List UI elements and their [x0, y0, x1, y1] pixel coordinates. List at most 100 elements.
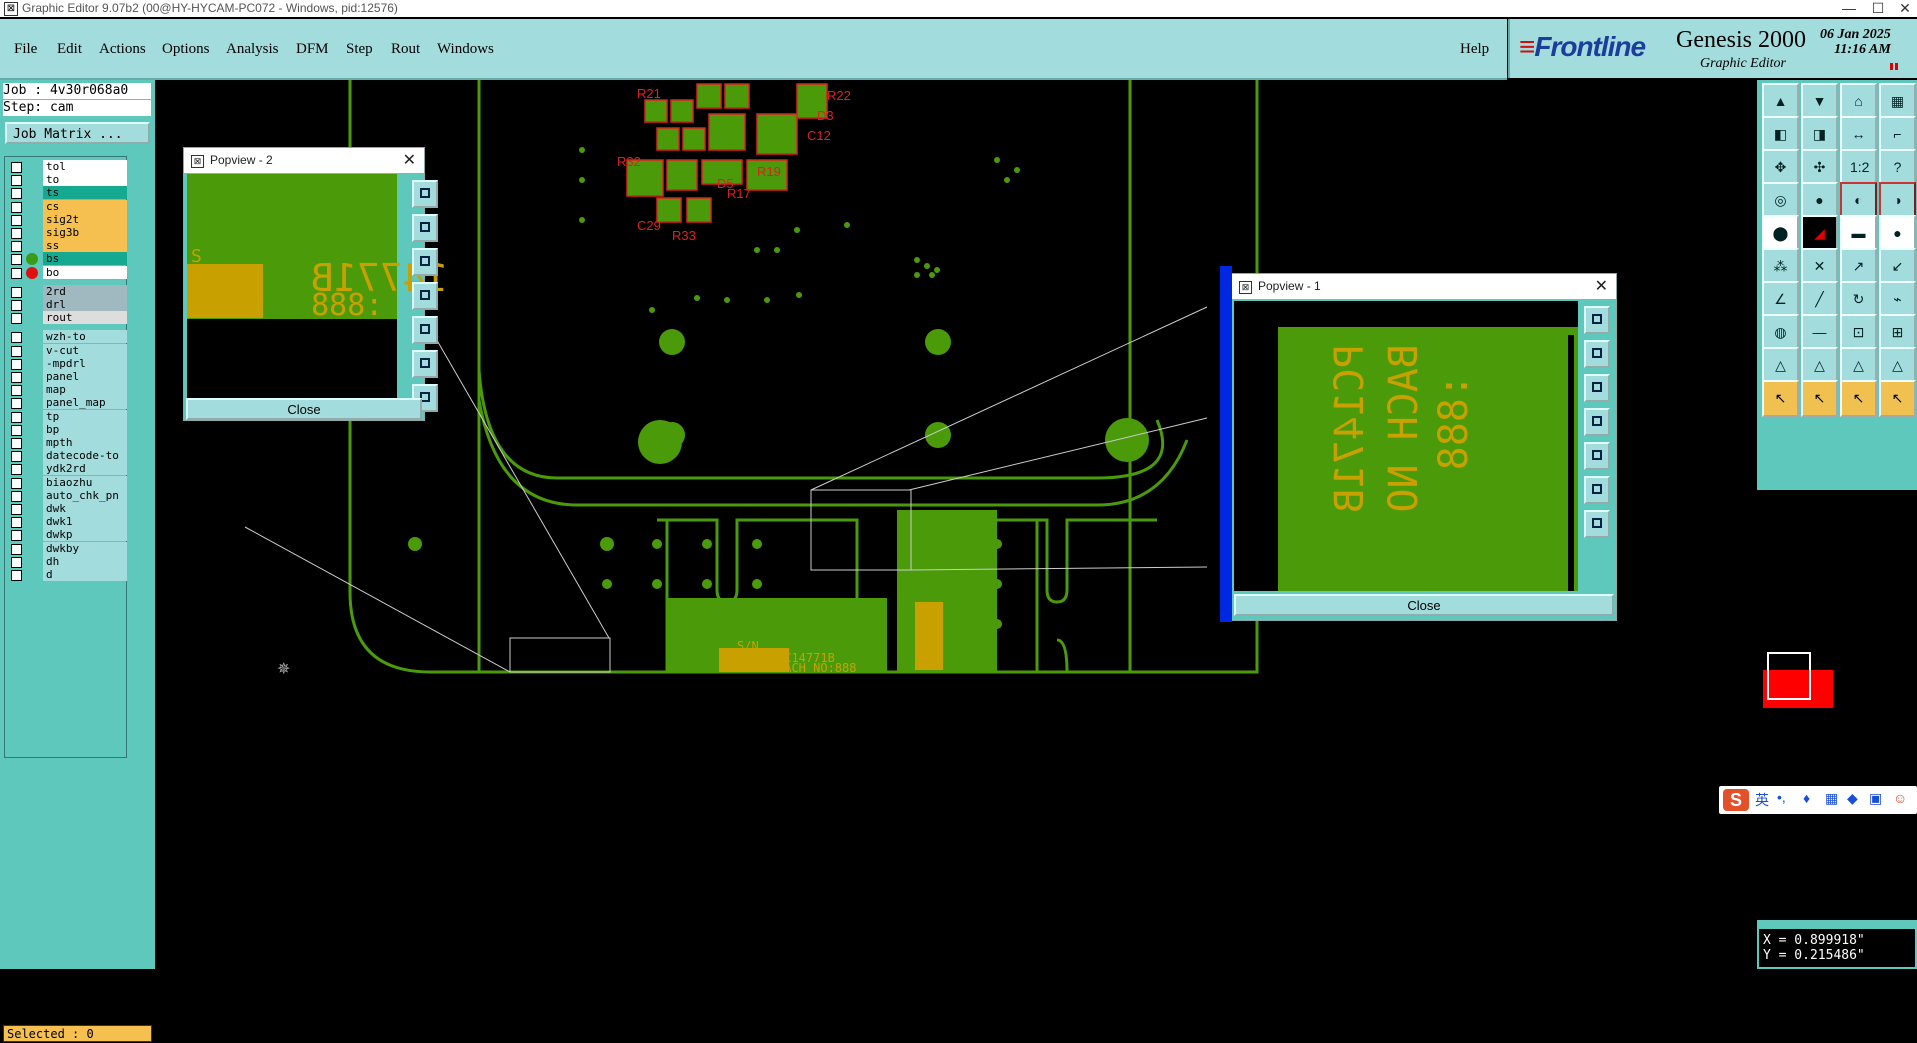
layer-name[interactable]: map [43, 383, 127, 397]
layer-checkbox[interactable] [11, 424, 22, 436]
layer-name[interactable]: sig2t [43, 212, 127, 226]
layer-name[interactable]: dwk [43, 502, 127, 515]
job-matrix-button[interactable]: Job Matrix ... [5, 122, 150, 144]
net-select-tool-button[interactable]: ◑ [1879, 182, 1916, 219]
select-net-tool-button[interactable]: ↖ [1879, 380, 1916, 417]
menu-rout[interactable]: Rout [391, 41, 420, 58]
layer-checkbox[interactable] [11, 241, 22, 253]
layer-select-tool-button[interactable]: ◐ [1840, 182, 1877, 219]
layer-row[interactable]: drl [7, 298, 127, 312]
layer-checkbox[interactable] [11, 398, 22, 410]
layer-checkbox[interactable] [11, 517, 22, 529]
layer-checkbox[interactable] [11, 411, 22, 423]
layer-name[interactable]: panel_map [43, 396, 127, 410]
probe-tool-button[interactable]: ● [1801, 182, 1838, 219]
layer-row[interactable]: rout [7, 311, 127, 325]
popview-zoom-in-button[interactable] [1584, 340, 1610, 368]
layer-checkbox[interactable] [11, 254, 22, 266]
layer-name[interactable]: v-cut [43, 343, 127, 357]
popview-fit-button[interactable] [1584, 476, 1610, 504]
layer-checkbox[interactable] [11, 543, 22, 555]
emoji-icon[interactable]: ☺ [1893, 790, 1907, 806]
ime-punctuation[interactable]: •, [1777, 789, 1786, 805]
keyboard-icon[interactable]: ▦ [1825, 790, 1838, 807]
layer-row[interactable]: panel_map [7, 396, 127, 410]
layer-checkbox[interactable] [11, 286, 22, 298]
layer-row[interactable]: dwkp [7, 528, 127, 542]
layer-name[interactable]: bp [43, 422, 127, 436]
layer-checkbox[interactable] [11, 214, 22, 226]
layer-name[interactable]: drl [43, 298, 127, 311]
layer-name[interactable]: wzh-to [43, 330, 127, 344]
home-tool-button[interactable]: ⌂ [1840, 83, 1877, 120]
layer-row[interactable]: dwk1 [7, 515, 127, 529]
layer-name[interactable]: ss [43, 239, 127, 253]
layer-name[interactable]: tol [43, 160, 127, 173]
popview-1-view[interactable]: PC1471B BACH NO :888 [1234, 301, 1578, 591]
maximize-button[interactable]: ☐ [1863, 0, 1893, 17]
draw-pad-tool-button[interactable]: ⬤ [1762, 215, 1799, 252]
draw-surface-tool-button[interactable]: ▬ [1840, 215, 1877, 252]
overview-viewport[interactable] [1767, 652, 1811, 700]
layer-checkbox[interactable] [11, 385, 22, 397]
skin-icon[interactable]: ◆ [1847, 790, 1858, 807]
layer-name[interactable]: tp [43, 409, 127, 423]
layer-checkbox[interactable] [11, 490, 22, 502]
pan-tool-button[interactable]: ↔ [1840, 116, 1877, 153]
layer-row[interactable]: tp [7, 409, 127, 424]
layer-checkbox[interactable] [11, 530, 22, 542]
layer-checkbox[interactable] [11, 570, 22, 581]
layer-checkbox[interactable] [11, 504, 22, 515]
layer-checkbox[interactable] [11, 313, 22, 325]
layer-name[interactable]: bo [43, 265, 127, 279]
select-tool-button[interactable]: ↖ [1762, 380, 1799, 417]
zoom-in-tool-button[interactable]: ◧ [1762, 116, 1799, 153]
mark-b-tool-button[interactable]: △ [1801, 347, 1838, 384]
layer-checkbox[interactable] [11, 451, 22, 463]
layer-checkbox[interactable] [11, 188, 22, 200]
layer-checkbox[interactable] [11, 464, 22, 476]
popview-zoom-home-button[interactable] [1584, 306, 1610, 334]
layer-row[interactable]: biaozhu [7, 475, 127, 490]
layer-checkbox[interactable] [11, 345, 22, 357]
layer-row[interactable]: bp [7, 422, 127, 437]
scale-tool-button[interactable]: 1:2 [1840, 149, 1877, 186]
popview-1-close-icon[interactable]: ✕ [1595, 274, 1608, 299]
layer-row[interactable]: 2rd [7, 284, 127, 299]
layer-name[interactable]: 2rd [43, 284, 127, 298]
layer-row[interactable]: sig2t [7, 212, 127, 227]
layer-name[interactable]: ts [43, 186, 127, 200]
layer-row[interactable]: tol [7, 160, 127, 174]
layer-row[interactable]: mpth [7, 436, 127, 450]
layer-checkbox[interactable] [11, 162, 22, 173]
menu-edit[interactable]: Edit [57, 41, 82, 58]
layer-row[interactable]: panel [7, 370, 127, 384]
layer-row[interactable]: -mpdrl [7, 356, 127, 371]
ime-language[interactable]: 英 [1755, 790, 1769, 810]
layer-checkbox[interactable] [11, 438, 22, 449]
popview-zoom-out-button[interactable] [1584, 374, 1610, 402]
layer-row[interactable]: datecode-to [7, 449, 127, 463]
mark-a-tool-button[interactable]: △ [1762, 347, 1799, 384]
save-job-tool-button[interactable]: ▼ [1801, 83, 1838, 120]
menu-actions[interactable]: Actions [99, 41, 146, 58]
draw-line-tool-button[interactable]: ◢ [1801, 215, 1838, 252]
zoom-window-tool-button[interactable]: ▦ [1879, 83, 1916, 120]
layer-row[interactable]: dh [7, 554, 127, 569]
select-remove-tool-button[interactable]: ↖ [1840, 380, 1877, 417]
layer-name[interactable]: sig3b [43, 226, 127, 239]
layer-checkbox[interactable] [11, 201, 22, 213]
fit-tool-button[interactable]: ✥ [1762, 149, 1799, 186]
layer-name[interactable]: bs [43, 252, 127, 266]
mark-c-tool-button[interactable]: △ [1840, 347, 1877, 384]
menu-step[interactable]: Step [346, 41, 373, 58]
layer-name[interactable]: dwkp [43, 528, 127, 542]
center-tool-button[interactable]: ✣ [1801, 149, 1838, 186]
popview-zoom-home-button[interactable] [412, 180, 438, 208]
apps-icon[interactable]: ▣ [1869, 790, 1882, 807]
menu-analysis[interactable]: Analysis [226, 41, 279, 58]
connect-tool-button[interactable]: ↙ [1879, 248, 1916, 285]
feature-add-tool-button[interactable]: ◍ [1762, 314, 1799, 351]
popview-2-close-icon[interactable]: ✕ [403, 148, 416, 173]
popview-pan-left-button[interactable] [412, 282, 438, 310]
